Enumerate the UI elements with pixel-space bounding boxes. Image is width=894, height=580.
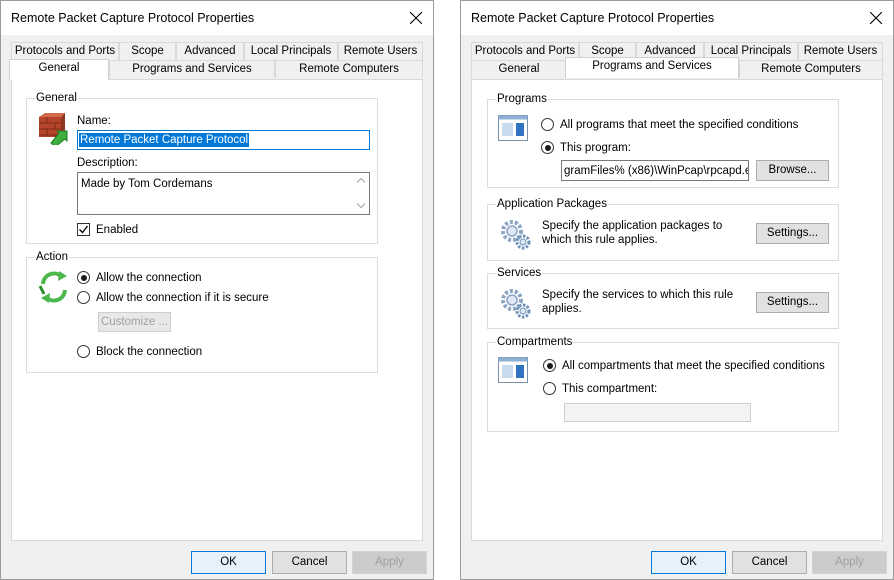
tab-remote-computers[interactable]: Remote Computers (739, 60, 883, 78)
customize-button[interactable]: Customize ... (98, 312, 171, 332)
allow-if-secure-label[interactable]: Allow the connection if it is secure (96, 291, 269, 305)
checkmark-icon (79, 225, 89, 234)
properties-dialog-programs: Remote Packet Capture Protocol Propertie… (460, 0, 894, 580)
close-icon (410, 12, 422, 24)
services-description: Specify the services to which this rule … (542, 289, 734, 315)
all-programs-label[interactable]: All programs that meet the specified con… (560, 118, 798, 132)
program-window-icon (498, 115, 528, 141)
all-compartments-label[interactable]: All compartments that meet the specified… (562, 359, 825, 373)
description-value: Made by Tom Cordemans (81, 178, 213, 190)
tab-remote-users[interactable]: Remote Users (798, 42, 883, 60)
compartment-window-icon (498, 357, 528, 383)
allow-connection-radio[interactable] (77, 271, 90, 284)
tab-panel: General Name: Remote Packet Capture Prot… (11, 79, 423, 541)
tab-general[interactable]: General (471, 60, 567, 78)
gears-icon (501, 220, 531, 250)
scroll-up-icon[interactable] (357, 178, 365, 183)
name-input[interactable]: Remote Packet Capture Protocol (77, 130, 370, 150)
enabled-checkbox[interactable] (77, 223, 90, 236)
application-packages-description: Specify the application packages to whic… (542, 220, 723, 246)
general-group-label: General (35, 91, 78, 105)
description-scrollbar[interactable] (353, 173, 369, 214)
name-value: Remote Packet Capture Protocol (79, 133, 250, 147)
close-button[interactable] (859, 1, 893, 35)
close-button[interactable] (399, 1, 433, 35)
description-label: Description: (77, 157, 138, 169)
all-compartments-radio[interactable] (543, 359, 556, 372)
tab-general[interactable]: General (9, 59, 109, 80)
services-group-label: Services (496, 266, 543, 280)
scroll-down-icon[interactable] (357, 203, 365, 208)
services-group: Services Specify the services to which t… (487, 266, 839, 329)
action-group-label: Action (35, 250, 69, 264)
compartments-group: Compartments All compartments that meet … (487, 335, 839, 432)
cancel-button[interactable]: Cancel (732, 551, 807, 574)
title-bar: Remote Packet Capture Protocol Propertie… (461, 1, 893, 35)
refresh-arrows-icon (38, 271, 67, 303)
title-bar: Remote Packet Capture Protocol Propertie… (1, 1, 433, 35)
allow-if-secure-radio[interactable] (77, 291, 90, 304)
tab-remote-computers[interactable]: Remote Computers (275, 60, 423, 78)
ok-button[interactable]: OK (651, 551, 726, 574)
description-textarea[interactable]: Made by Tom Cordemans (77, 172, 370, 215)
firewall-rule-icon (39, 113, 68, 145)
program-path-value: gramFiles% (x86)\WinPcap\rpcapd.exe (564, 165, 749, 177)
block-connection-label[interactable]: Block the connection (96, 345, 202, 359)
compartment-select[interactable] (564, 403, 751, 422)
tab-protocols-and-ports[interactable]: Protocols and Ports (471, 42, 579, 60)
dialog-title: Remote Packet Capture Protocol Propertie… (471, 11, 715, 25)
tab-advanced[interactable]: Advanced (176, 42, 244, 60)
application-packages-settings-button[interactable]: Settings... (756, 223, 829, 244)
dialog-title: Remote Packet Capture Protocol Propertie… (11, 11, 255, 25)
enabled-label[interactable]: Enabled (96, 223, 138, 237)
name-label: Name: (77, 115, 111, 127)
tab-scope[interactable]: Scope (119, 42, 176, 60)
close-icon (870, 12, 882, 24)
browse-button[interactable]: Browse... (756, 160, 829, 181)
tab-programs-and-services[interactable]: Programs and Services (109, 60, 275, 78)
ok-button[interactable]: OK (191, 551, 266, 574)
apply-button[interactable]: Apply (812, 551, 887, 574)
programs-group: Programs All programs that meet the spec… (487, 92, 839, 188)
tab-programs-and-services[interactable]: Programs and Services (565, 57, 739, 78)
this-program-radio[interactable] (541, 141, 554, 154)
tab-local-principals[interactable]: Local Principals (244, 42, 338, 60)
application-packages-group: Application Packages Specify the applica… (487, 197, 839, 261)
compartments-group-label: Compartments (496, 335, 574, 349)
block-connection-radio[interactable] (77, 345, 90, 358)
tab-panel: Programs All programs that meet the spec… (471, 79, 883, 541)
services-settings-button[interactable]: Settings... (756, 292, 829, 313)
properties-dialog-general: Remote Packet Capture Protocol Propertie… (0, 0, 434, 580)
tab-remote-users[interactable]: Remote Users (338, 42, 423, 60)
gears-icon (501, 289, 531, 319)
apply-button[interactable]: Apply (352, 551, 427, 574)
program-path-input[interactable]: gramFiles% (x86)\WinPcap\rpcapd.exe (561, 160, 749, 181)
application-packages-group-label: Application Packages (496, 197, 608, 211)
programs-group-label: Programs (496, 92, 548, 106)
cancel-button[interactable]: Cancel (272, 551, 347, 574)
general-group: General Name: Remote Packet Capture Prot… (26, 91, 378, 244)
this-compartment-radio[interactable] (543, 382, 556, 395)
allow-connection-label[interactable]: Allow the connection (96, 271, 201, 285)
this-program-label[interactable]: This program: (560, 141, 631, 155)
tab-protocols-and-ports[interactable]: Protocols and Ports (11, 42, 119, 60)
this-compartment-label[interactable]: This compartment: (562, 382, 657, 396)
all-programs-radio[interactable] (541, 118, 554, 131)
action-group: Action Allow the connection Allow the co… (26, 250, 378, 373)
